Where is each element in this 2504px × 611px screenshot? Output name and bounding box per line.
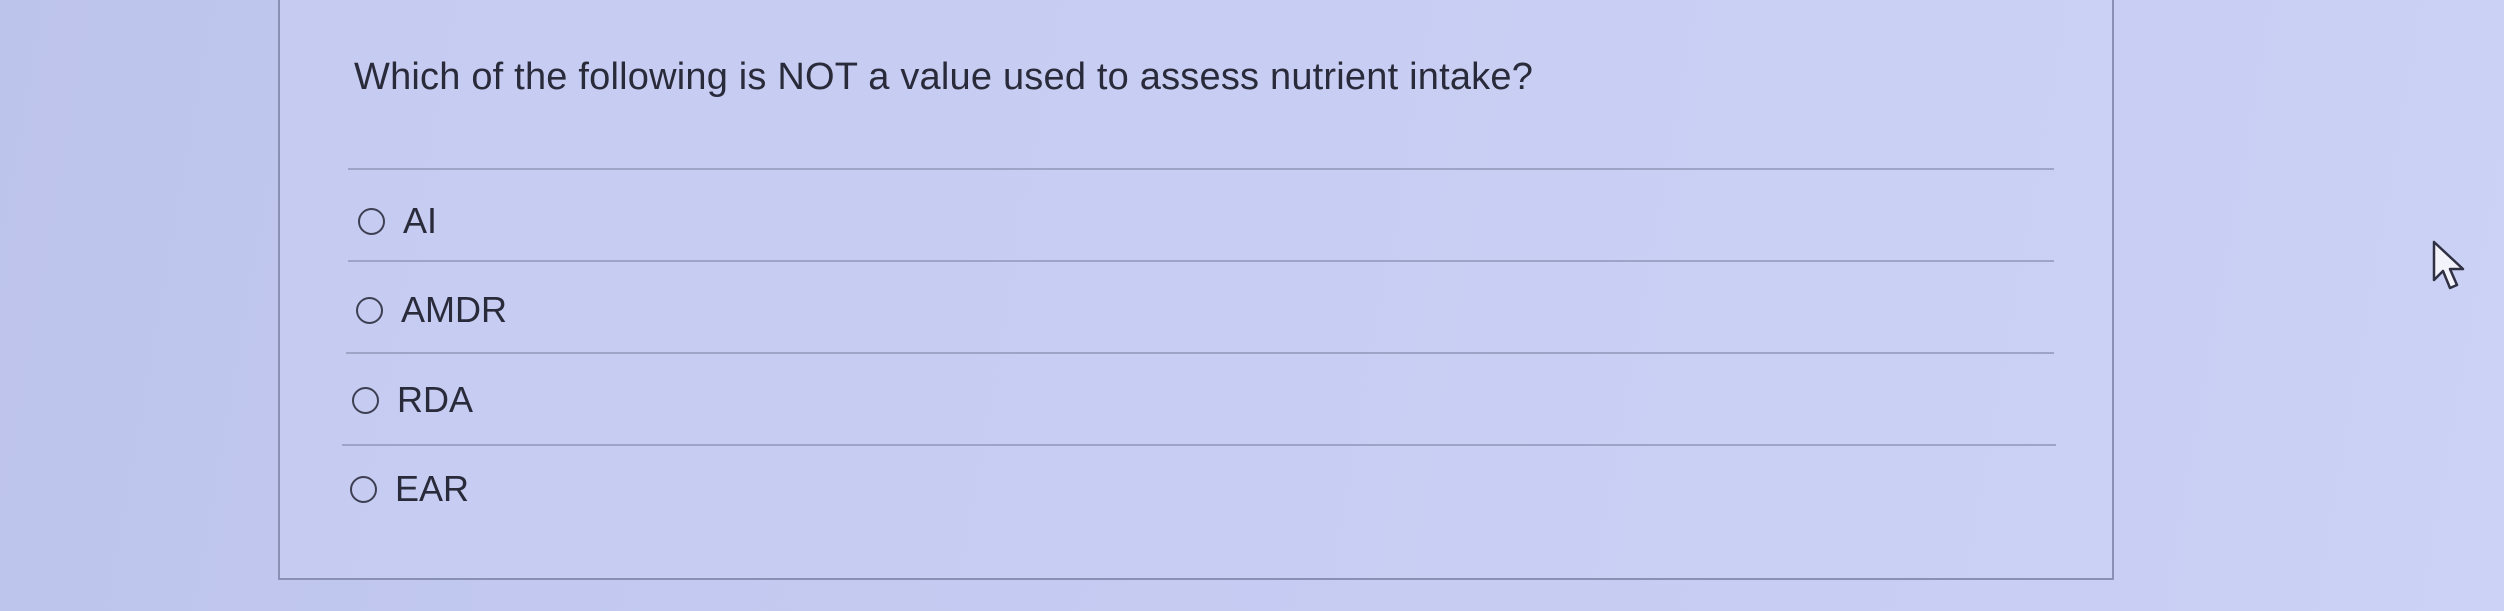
option-label-ai: AI — [403, 200, 438, 241]
option-divider — [346, 352, 2054, 354]
arrow-cursor-icon — [2432, 240, 2465, 290]
radio-button-amdr[interactable] — [356, 296, 383, 324]
option-divider — [342, 444, 2056, 446]
option-label-ear: EAR — [395, 468, 470, 509]
option-amdr[interactable]: AMDR — [356, 285, 507, 335]
option-label-rda: RDA — [397, 379, 474, 420]
option-rda[interactable]: RDA — [352, 375, 473, 425]
option-divider — [348, 260, 2054, 262]
radio-button-ai[interactable] — [358, 207, 385, 235]
radio-button-rda[interactable] — [352, 386, 379, 414]
option-ai[interactable]: AI — [358, 196, 437, 246]
option-label-amdr: AMDR — [401, 289, 507, 330]
question-divider — [348, 168, 2054, 170]
question-text: Which of the following is NOT a value us… — [354, 56, 1534, 98]
radio-button-ear[interactable] — [350, 475, 377, 503]
option-ear[interactable]: EAR — [350, 464, 469, 514]
